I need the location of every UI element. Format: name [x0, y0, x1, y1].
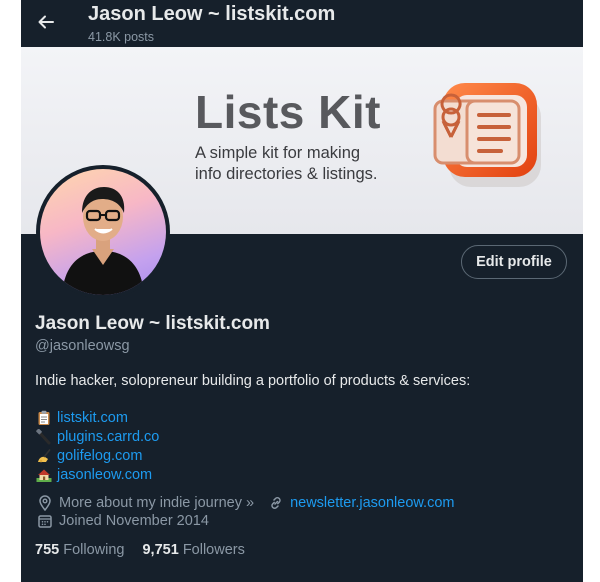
bio-link-row: plugins.carrd.co [35, 428, 159, 446]
post-count: 41.8K posts [88, 30, 155, 44]
follow-stats: 755 Following 9,751 Followers [35, 542, 245, 558]
link-jasonleow[interactable]: jasonleow.com [57, 467, 152, 483]
profile-meta-row: More about my indie journey » newsletter… [37, 495, 454, 511]
bio-link-row: listskit.com [35, 409, 128, 427]
following-count: 755 [35, 542, 60, 558]
profile-page: Jason Leow ~ listskit.com 41.8K posts Li… [21, 0, 583, 582]
followers-label: Followers [182, 542, 245, 558]
followers-link[interactable]: 9,751 Followers [142, 542, 244, 558]
link-plugins-carrd[interactable]: plugins.carrd.co [57, 429, 159, 445]
calendar-icon [37, 513, 53, 529]
following-link[interactable]: 755 Following [35, 542, 124, 558]
house-icon [35, 466, 53, 484]
joined-date: Joined November 2014 [59, 513, 209, 529]
profile-meta-row: Joined November 2014 [37, 513, 209, 529]
location-text: More about my indie journey » [59, 495, 255, 511]
back-button[interactable] [30, 6, 62, 38]
link-golifelog[interactable]: golifelog.com [57, 448, 142, 464]
followers-count: 9,751 [142, 542, 179, 558]
header-title: Jason Leow ~ listskit.com [88, 3, 336, 25]
edit-profile-button[interactable]: Edit profile [461, 245, 567, 279]
lists-kit-logo-icon [433, 83, 541, 187]
clipboard-icon [35, 409, 53, 427]
display-name: Jason Leow ~ listskit.com [35, 313, 270, 334]
link-chain-icon [268, 495, 284, 511]
banner-tagline-2: info directories & listings. [195, 165, 378, 183]
writing-hand-icon [35, 447, 53, 465]
following-label: Following [63, 542, 125, 558]
bio-text: Indie hacker, solopreneur building a por… [35, 373, 471, 389]
banner-tagline-1: A simple kit for making [195, 144, 361, 162]
usb-cable-icon [35, 428, 53, 446]
username-handle: @jasonleowsg [35, 338, 130, 354]
location-pin-icon [37, 495, 53, 511]
avatar-portrait-icon [62, 187, 144, 295]
newsletter-link[interactable]: newsletter.jasonleow.com [290, 495, 454, 511]
link-listskit[interactable]: listskit.com [57, 410, 128, 426]
avatar[interactable] [36, 165, 170, 299]
banner-title: Lists Kit [195, 86, 381, 138]
bio-link-row: golifelog.com [35, 447, 142, 465]
back-arrow-icon [38, 15, 54, 29]
bio-link-row: jasonleow.com [35, 466, 152, 484]
